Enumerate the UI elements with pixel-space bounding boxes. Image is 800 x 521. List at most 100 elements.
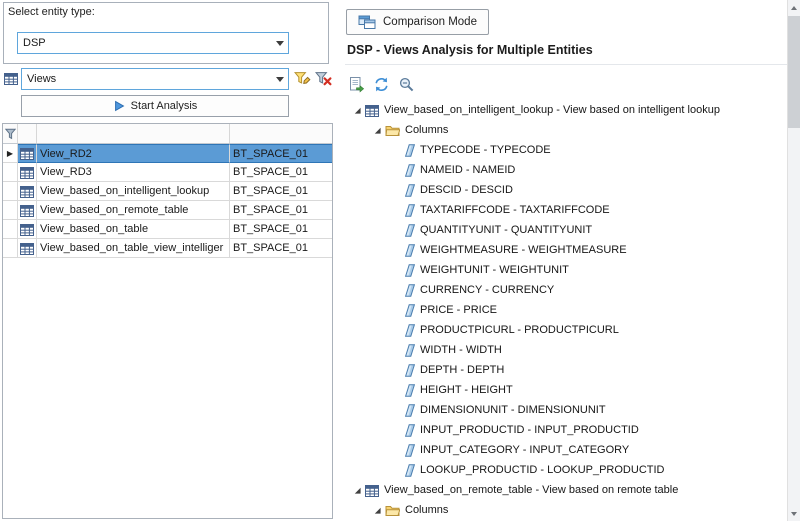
current-row-marker-icon: ▶ xyxy=(7,149,13,158)
clear-filter-icon[interactable] xyxy=(313,69,333,89)
column-icon xyxy=(405,364,415,377)
tree-node-label: TAXTARIFFCODE - TAXTARIFFCODE xyxy=(420,204,610,216)
filter-icon[interactable] xyxy=(3,124,18,143)
tree-node-column[interactable]: PRICE - PRICE xyxy=(345,300,787,320)
tree-node-label: NAMEID - NAMEID xyxy=(420,164,515,176)
tree-node-label: WIDTH - WIDTH xyxy=(420,344,502,356)
folder-icon xyxy=(385,124,400,137)
view-name-cell: View_based_on_remote_table xyxy=(37,201,230,220)
table-row[interactable]: View_RD3BT_SPACE_01 xyxy=(3,163,332,182)
tree-node-label: HEIGHT - HEIGHT xyxy=(420,384,513,396)
space-cell: BT_SPACE_01 xyxy=(230,182,332,201)
tree-node-view[interactable]: View_based_on_intelligent_lookup - View … xyxy=(345,100,787,120)
analysis-tree: View_based_on_intelligent_lookup - View … xyxy=(345,100,787,521)
space-cell: BT_SPACE_01 xyxy=(230,144,332,163)
edit-filter-icon[interactable] xyxy=(292,69,312,89)
row-indicator xyxy=(3,163,18,182)
column-icon xyxy=(405,304,415,317)
tree-node-folder[interactable]: Columns xyxy=(345,500,787,520)
tree-node-label: PRICE - PRICE xyxy=(420,304,497,316)
tree-node-column[interactable]: TYPECODE - TYPECODE xyxy=(345,140,787,160)
column-icon xyxy=(405,184,415,197)
comparison-mode-icon xyxy=(358,15,376,30)
tree-node-column[interactable]: QUANTITYUNIT - QUANTITYUNIT xyxy=(345,220,787,240)
tree-toolbar xyxy=(346,74,416,94)
view-icon xyxy=(365,104,379,117)
scroll-down-icon[interactable] xyxy=(788,506,800,521)
tree-node-column[interactable]: DESCID - DESCID xyxy=(345,180,787,200)
scroll-up-icon[interactable] xyxy=(788,0,800,15)
expand-arrow-icon[interactable] xyxy=(351,106,364,115)
tree-node-label: CURRENCY - CURRENCY xyxy=(420,284,554,296)
search-icon[interactable] xyxy=(396,74,416,94)
view-icon xyxy=(18,163,37,182)
tree-node-column[interactable]: WEIGHTUNIT - WEIGHTUNIT xyxy=(345,260,787,280)
expand-arrow-icon[interactable] xyxy=(371,126,384,135)
view-icon xyxy=(365,484,379,497)
vertical-scrollbar[interactable] xyxy=(787,0,800,521)
column-icon xyxy=(405,264,415,277)
entity-selection-panel: Select entity type: DSP Views Start Anal… xyxy=(0,0,337,521)
export-icon[interactable] xyxy=(346,74,366,94)
column-icon xyxy=(405,324,415,337)
entity-type-combobox[interactable]: DSP xyxy=(17,32,289,54)
tree-node-view[interactable]: View_based_on_remote_table - View based … xyxy=(345,480,787,500)
table-row[interactable]: View_based_on_table_view_intelligerBT_SP… xyxy=(3,239,332,258)
column-icon xyxy=(405,344,415,357)
grid-body: ▶View_RD2BT_SPACE_01View_RD3BT_SPACE_01V… xyxy=(3,144,332,258)
space-cell: BT_SPACE_01 xyxy=(230,239,332,258)
tree-node-label: WEIGHTUNIT - WEIGHTUNIT xyxy=(420,264,569,276)
view-icon xyxy=(18,201,37,220)
entity-combobox[interactable]: Views xyxy=(21,68,289,90)
tree-node-column[interactable]: NAMEID - NAMEID xyxy=(345,160,787,180)
views-entity-icon xyxy=(4,72,18,85)
start-analysis-button[interactable]: Start Analysis xyxy=(21,95,289,117)
folder-icon xyxy=(385,504,400,517)
view-name-cell: View_RD3 xyxy=(37,163,230,182)
table-row[interactable]: ▶View_RD2BT_SPACE_01 xyxy=(3,144,332,163)
tree-node-label: WEIGHTMEASURE - WEIGHTMEASURE xyxy=(420,244,627,256)
chevron-down-icon[interactable] xyxy=(271,69,288,89)
expand-arrow-icon[interactable] xyxy=(371,506,384,515)
tree-node-label: Columns xyxy=(405,124,448,136)
page-title: DSP - Views Analysis for Multiple Entiti… xyxy=(347,43,593,57)
tree-node-column[interactable]: WIDTH - WIDTH xyxy=(345,340,787,360)
tree-node-column[interactable]: WEIGHTMEASURE - WEIGHTMEASURE xyxy=(345,240,787,260)
sync-icon[interactable] xyxy=(371,74,391,94)
tree-node-column[interactable]: PRODUCTPICURL - PRODUCTPICURL xyxy=(345,320,787,340)
tree-node-label: DIMENSIONUNIT - DIMENSIONUNIT xyxy=(420,404,606,416)
tree-node-column[interactable]: INPUT_PRODUCTID - INPUT_PRODUCTID xyxy=(345,420,787,440)
comparison-mode-button[interactable]: Comparison Mode xyxy=(346,9,489,35)
entity-grid: ▶View_RD2BT_SPACE_01View_RD3BT_SPACE_01V… xyxy=(2,123,333,519)
grid-header xyxy=(3,124,332,144)
tree-node-label: INPUT_CATEGORY - INPUT_CATEGORY xyxy=(420,444,629,456)
tree-node-folder[interactable]: Columns xyxy=(345,120,787,140)
table-row[interactable]: View_based_on_tableBT_SPACE_01 xyxy=(3,220,332,239)
table-row[interactable]: View_based_on_intelligent_lookupBT_SPACE… xyxy=(3,182,332,201)
tree-node-column[interactable]: CURRENCY - CURRENCY xyxy=(345,280,787,300)
entity-type-value: DSP xyxy=(18,37,271,49)
tree-node-column[interactable]: HEIGHT - HEIGHT xyxy=(345,380,787,400)
column-icon xyxy=(405,144,415,157)
tree-node-column[interactable]: LOOKUP_PRODUCTID - LOOKUP_PRODUCTID xyxy=(345,460,787,480)
view-name-cell: View_based_on_intelligent_lookup xyxy=(37,182,230,201)
table-row[interactable]: View_based_on_remote_tableBT_SPACE_01 xyxy=(3,201,332,220)
grid-header-name-column[interactable] xyxy=(37,124,230,143)
scrollbar-thumb[interactable] xyxy=(788,16,800,128)
column-icon xyxy=(405,464,415,477)
expand-arrow-icon[interactable] xyxy=(351,486,364,495)
tree-node-column[interactable]: DEPTH - DEPTH xyxy=(345,360,787,380)
view-icon xyxy=(18,220,37,239)
chevron-down-icon[interactable] xyxy=(271,33,288,53)
comparison-mode-label: Comparison Mode xyxy=(383,16,477,28)
row-indicator: ▶ xyxy=(3,144,18,163)
tree-node-label: LOOKUP_PRODUCTID - LOOKUP_PRODUCTID xyxy=(420,464,664,476)
entity-type-label: Select entity type: xyxy=(8,6,95,18)
analysis-panel: Comparison Mode DSP - Views Analysis for… xyxy=(345,0,787,521)
tree-node-column[interactable]: DIMENSIONUNIT - DIMENSIONUNIT xyxy=(345,400,787,420)
tree-node-column[interactable]: INPUT_CATEGORY - INPUT_CATEGORY xyxy=(345,440,787,460)
view-icon xyxy=(18,144,37,163)
column-icon xyxy=(405,424,415,437)
grid-header-space-column[interactable] xyxy=(230,124,332,143)
tree-node-column[interactable]: TAXTARIFFCODE - TAXTARIFFCODE xyxy=(345,200,787,220)
